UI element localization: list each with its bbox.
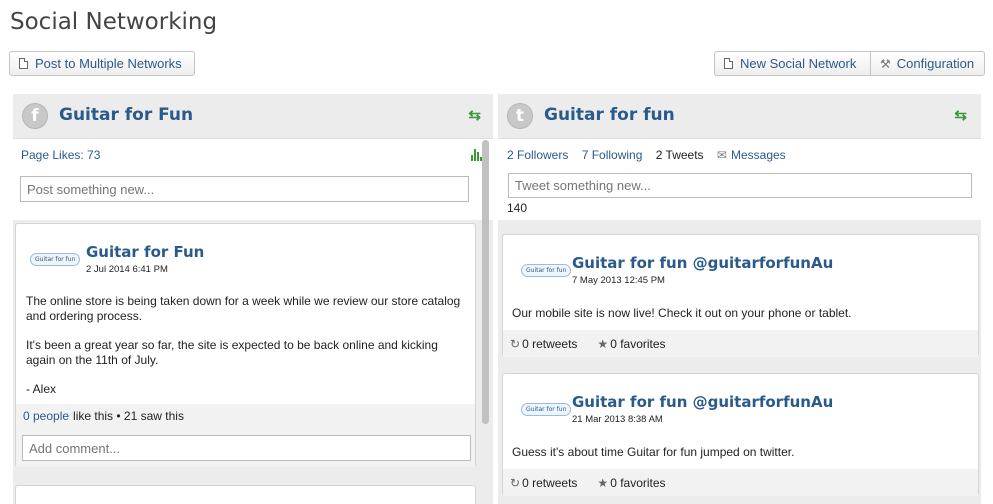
character-counter: 140 — [507, 201, 528, 215]
wrench-icon: ⚒ — [880, 56, 891, 71]
post-body: The online store is being taken down for… — [26, 294, 466, 411]
retweets-label: 0 retweets — [522, 336, 578, 351]
comment-input[interactable] — [22, 435, 471, 461]
post-paragraph: The online store is being taken down for… — [26, 294, 461, 323]
tweet-author[interactable]: Guitar for fun @guitarforfunAu — [572, 393, 833, 411]
avatar[interactable]: Guitar for fun — [30, 248, 81, 270]
facebook-post-card — [15, 485, 476, 504]
retweets-label: 0 retweets — [522, 475, 578, 490]
refresh-icon[interactable]: ⇆ — [954, 106, 967, 124]
page-likes[interactable]: Page Likes: 73 — [21, 148, 110, 162]
facebook-stats-panel: Page Likes: 73 — [13, 138, 493, 220]
likes-text: like this • 21 saw this — [73, 409, 184, 423]
envelope-icon: ✉ — [716, 148, 727, 162]
twitter-column-header: t Guitar for fun ⇆ — [498, 94, 981, 138]
star-icon: ★ — [597, 475, 609, 490]
followers-link[interactable]: 2 Followers — [507, 148, 568, 162]
post-to-multiple-networks-button[interactable]: Post to Multiple Networks — [9, 51, 195, 76]
favorites-label: 0 favorites — [610, 475, 666, 490]
retweet-icon: ↻ — [510, 475, 521, 490]
twitter-stats-line: 2 Followers 7 Following 2 Tweets ✉ Messag… — [507, 148, 806, 162]
tweet-date: 7 May 2013 12:45 PM — [572, 275, 665, 286]
star-icon: ★ — [597, 336, 609, 351]
favorites-count[interactable]: ★ 0 favorites — [597, 476, 675, 490]
document-icon — [724, 58, 733, 69]
new-social-network-label: New Social Network — [740, 56, 857, 71]
post-paragraph: - Alex — [26, 382, 57, 396]
messages-link[interactable]: ✉ Messages — [717, 148, 796, 162]
configuration-button[interactable]: ⚒ Configuration — [870, 51, 985, 76]
tweet-text: Our mobile site is now live! Check it ou… — [512, 306, 852, 320]
post-footer: 0 people like this • 21 saw this — [16, 404, 475, 467]
avatar[interactable]: Guitar for fun — [521, 398, 572, 420]
post-date: 2 Jul 2014 6:41 PM — [86, 264, 168, 275]
facebook-icon: f — [22, 103, 48, 129]
tweets-count: 2 Tweets — [655, 148, 704, 162]
facebook-post-card: Guitar for fun Guitar for Fun 2 Jul 2014… — [15, 223, 476, 467]
retweets-count[interactable]: ↻ 0 retweets — [510, 476, 587, 490]
page-title: Social Networking — [10, 9, 218, 35]
post-input[interactable] — [20, 176, 469, 202]
new-social-network-button[interactable]: New Social Network — [714, 51, 870, 76]
facebook-column-scrollbar[interactable] — [482, 140, 489, 424]
tweet-card: Guitar for fun Guitar for fun @guitarfor… — [502, 373, 979, 496]
tweet-card: Guitar for fun Guitar for fun @guitarfor… — [502, 234, 979, 357]
favorites-label: 0 favorites — [610, 336, 666, 351]
twitter-icon: t — [507, 103, 533, 129]
twitter-column: t Guitar for fun ⇆ 2 Followers 7 Followi… — [498, 94, 981, 504]
twitter-stats-panel: 2 Followers 7 Following 2 Tweets ✉ Messag… — [498, 138, 981, 220]
post-to-multiple-networks-label: Post to Multiple Networks — [35, 56, 182, 71]
tweet-date: 21 Mar 2013 8:38 AM — [572, 414, 663, 425]
messages-label: Messages — [730, 148, 786, 162]
tweet-author[interactable]: Guitar for fun @guitarforfunAu — [572, 254, 833, 272]
refresh-icon[interactable]: ⇆ — [468, 106, 481, 124]
facebook-column-header: f Guitar for Fun ⇆ — [13, 94, 493, 138]
toolbar-button-group: New Social Network ⚒ Configuration — [714, 51, 985, 76]
document-icon — [19, 58, 28, 69]
guitar-for-fun-logo: Guitar for fun — [521, 263, 572, 277]
tweet-input[interactable] — [508, 173, 972, 198]
post-author[interactable]: Guitar for Fun — [86, 243, 204, 261]
guitar-for-fun-logo: Guitar for fun — [521, 402, 572, 416]
tweet-actions: ↻ 0 retweets ★ 0 favorites — [503, 330, 978, 357]
twitter-account-title[interactable]: Guitar for fun — [544, 105, 675, 125]
favorites-count[interactable]: ★ 0 favorites — [597, 337, 675, 351]
tweet-text: Guess it's about time Guitar for fun jum… — [512, 445, 795, 459]
post-likes-line: 0 people like this • 21 saw this — [23, 409, 184, 423]
retweets-count[interactable]: ↻ 0 retweets — [510, 337, 587, 351]
following-link[interactable]: 7 Following — [582, 148, 643, 162]
configuration-label: Configuration — [896, 56, 975, 71]
facebook-account-title[interactable]: Guitar for Fun — [59, 105, 193, 125]
guitar-for-fun-logo: Guitar for fun — [30, 252, 81, 266]
retweet-icon: ↻ — [510, 336, 521, 351]
tweet-actions: ↻ 0 retweets ★ 0 favorites — [503, 469, 978, 496]
page-likes-label[interactable]: Page Likes: 73 — [21, 148, 100, 162]
post-paragraph: It's been a great year so far, the site … — [26, 338, 438, 367]
likes-link[interactable]: 0 people — [23, 409, 69, 423]
facebook-column: f Guitar for Fun ⇆ Page Likes: 73 Guitar… — [13, 94, 493, 504]
avatar[interactable]: Guitar for fun — [521, 259, 572, 281]
